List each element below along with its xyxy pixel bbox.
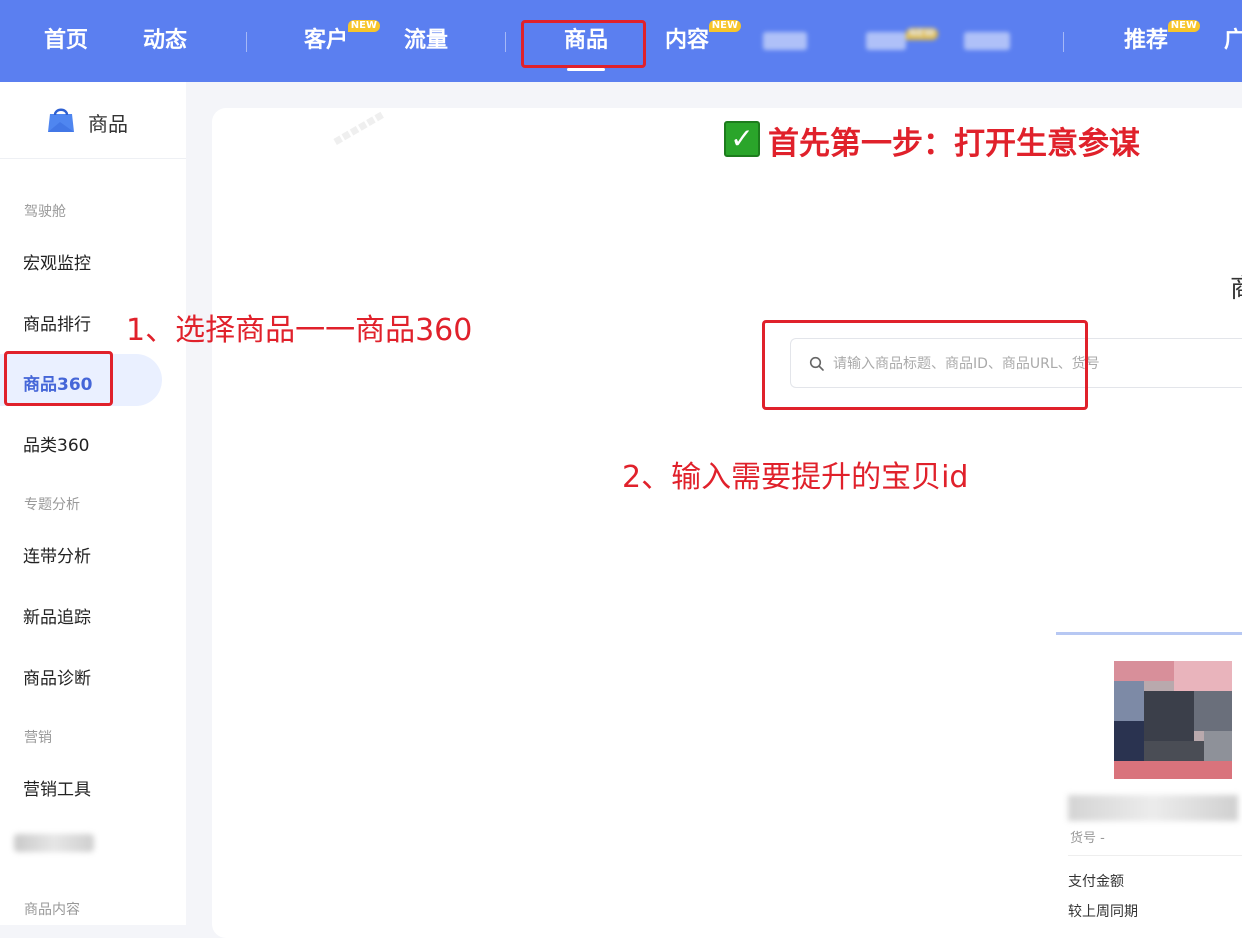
product-sku: 货号 - <box>1070 831 1105 846</box>
nav-label: 广 <box>1224 28 1242 53</box>
nav-item-obscured[interactable] <box>964 32 1010 50</box>
shopping-bag-icon <box>48 108 74 132</box>
sidebar-item-product-ranking[interactable]: 商品排行 <box>23 310 91 335</box>
nav-label: 客户 <box>304 28 349 53</box>
nav-label: 动态 <box>143 28 188 53</box>
nav-label: 推荐 <box>1124 28 1169 53</box>
sidebar-title: 商品 <box>88 112 128 136</box>
top-nav: 首页 动态 客户 NEW 流量 商品 内容 NEW NEW 推荐 NEW 广 <box>0 0 1242 82</box>
sidebar-group-cockpit: 驾驶舱 <box>24 204 66 220</box>
sidebar-item-new-product-tracking[interactable]: 新品追踪 <box>23 603 91 628</box>
sidebar-item-association-analysis[interactable]: 连带分析 <box>23 542 91 567</box>
nav-item-obscured[interactable]: NEW <box>866 28 938 50</box>
product-thumbnail-obscured <box>1114 661 1232 779</box>
sidebar-item-macro-monitor[interactable]: 宏观监控 <box>23 249 91 274</box>
nav-active-indicator <box>567 68 605 71</box>
nav-item-customer[interactable]: 客户 NEW <box>304 20 381 58</box>
nav-item-ads[interactable]: 广 <box>1224 24 1242 58</box>
sidebar-item-product-diagnosis[interactable]: 商品诊断 <box>23 664 91 689</box>
nav-item-content[interactable]: 内容 NEW <box>665 20 742 58</box>
nav-label: 内容 <box>665 28 710 53</box>
product-name-obscured <box>1068 795 1238 821</box>
annotation-step-2: 2、输入需要提升的宝贝id <box>622 460 969 495</box>
nav-separator <box>1063 32 1064 52</box>
nav-item-home[interactable]: 首页 <box>44 24 88 58</box>
nav-item-recommend[interactable]: 推荐 NEW <box>1124 20 1201 58</box>
new-badge: NEW <box>1167 20 1201 32</box>
highlight-box-search <box>762 320 1088 410</box>
metric-payment-amount: 支付金额 <box>1068 874 1124 890</box>
sidebar-group-product-content: 商品内容 <box>24 902 80 918</box>
tutorial-headline: 首先第一步：打开生意参谋 <box>768 126 1140 162</box>
sidebar-divider <box>0 158 186 159</box>
highlight-box-product-360 <box>4 351 113 406</box>
sidebar-item-marketing-tools[interactable]: 营销工具 <box>23 775 91 800</box>
sidebar-group-topic-analysis: 专题分析 <box>24 497 80 513</box>
sidebar-item-obscured[interactable] <box>14 834 94 852</box>
page-title-partial: 商 <box>1230 268 1242 305</box>
nav-item-obscured[interactable] <box>763 32 807 50</box>
product-card[interactable]: 货号 - 支付金额 较上周同期 <box>1056 632 1242 932</box>
sidebar-item-category-360[interactable]: 品类360 <box>23 431 89 456</box>
nav-item-traffic[interactable]: 流量 <box>404 24 448 58</box>
sidebar: 商品 驾驶舱 宏观监控 商品排行 商品360 品类360 专题分析 连带分析 新… <box>0 82 186 925</box>
nav-label: 流量 <box>404 28 449 53</box>
card-divider <box>1068 855 1242 856</box>
nav-label: 首页 <box>44 28 89 53</box>
new-badge: NEW <box>905 28 938 40</box>
new-badge: NEW <box>708 20 742 32</box>
sidebar-group-marketing: 营销 <box>24 730 52 746</box>
metric-week-over-week: 较上周同期 <box>1068 904 1138 920</box>
new-badge: NEW <box>347 20 381 32</box>
nav-item-dynamics[interactable]: 动态 <box>143 24 187 58</box>
nav-separator <box>246 32 247 52</box>
annotation-step-1: 1、选择商品一一商品360 <box>126 313 473 348</box>
check-mark-icon: ✓ <box>724 121 760 157</box>
nav-separator <box>505 32 506 52</box>
highlight-box-products-tab <box>521 20 646 68</box>
